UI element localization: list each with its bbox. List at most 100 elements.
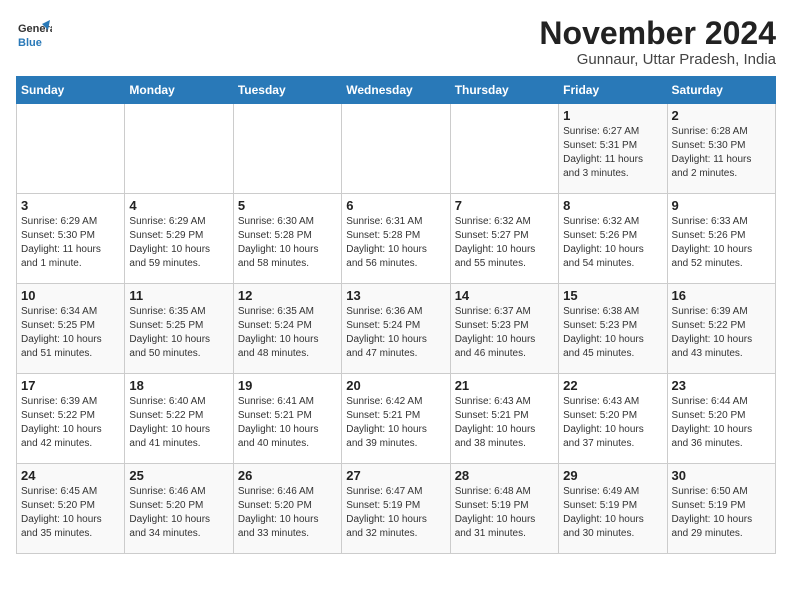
header-cell-friday: Friday xyxy=(559,77,667,104)
day-number: 30 xyxy=(672,468,771,483)
day-cell: 30 Sunrise: 6:50 AM Sunset: 5:19 PM Dayli… xyxy=(667,464,775,554)
day-cell: 24 Sunrise: 6:45 AM Sunset: 5:20 PM Dayli… xyxy=(17,464,125,554)
location-subtitle: Gunnaur, Uttar Pradesh, India xyxy=(539,51,776,68)
day-cell: 10 Sunrise: 6:34 AM Sunset: 5:25 PM Dayli… xyxy=(17,284,125,374)
day-number: 14 xyxy=(455,288,554,303)
day-cell: 17 Sunrise: 6:39 AM Sunset: 5:22 PM Dayli… xyxy=(17,374,125,464)
day-number: 4 xyxy=(129,198,228,213)
week-row-1: 1 Sunrise: 6:27 AM Sunset: 5:31 PM Daylig… xyxy=(17,104,776,194)
day-info: Sunrise: 6:29 AM Sunset: 5:30 PM Dayligh… xyxy=(21,215,120,271)
day-number: 25 xyxy=(129,468,228,483)
header-cell-thursday: Thursday xyxy=(450,77,558,104)
day-info: Sunrise: 6:39 AM Sunset: 5:22 PM Dayligh… xyxy=(672,305,771,361)
day-number: 3 xyxy=(21,198,120,213)
day-number: 21 xyxy=(455,378,554,393)
day-number: 18 xyxy=(129,378,228,393)
day-number: 24 xyxy=(21,468,120,483)
day-cell: 15 Sunrise: 6:38 AM Sunset: 5:23 PM Dayli… xyxy=(559,284,667,374)
day-cell xyxy=(17,104,125,194)
week-row-2: 3 Sunrise: 6:29 AM Sunset: 5:30 PM Daylig… xyxy=(17,194,776,284)
week-row-5: 24 Sunrise: 6:45 AM Sunset: 5:20 PM Dayli… xyxy=(17,464,776,554)
day-info: Sunrise: 6:43 AM Sunset: 5:21 PM Dayligh… xyxy=(455,395,554,451)
day-number: 6 xyxy=(346,198,445,213)
day-cell: 2 Sunrise: 6:28 AM Sunset: 5:30 PM Daylig… xyxy=(667,104,775,194)
day-info: Sunrise: 6:38 AM Sunset: 5:23 PM Dayligh… xyxy=(563,305,662,361)
day-info: Sunrise: 6:32 AM Sunset: 5:27 PM Dayligh… xyxy=(455,215,554,271)
day-info: Sunrise: 6:45 AM Sunset: 5:20 PM Dayligh… xyxy=(21,485,120,541)
day-cell: 14 Sunrise: 6:37 AM Sunset: 5:23 PM Dayli… xyxy=(450,284,558,374)
week-row-3: 10 Sunrise: 6:34 AM Sunset: 5:25 PM Dayli… xyxy=(17,284,776,374)
calendar-table: SundayMondayTuesdayWednesdayThursdayFrid… xyxy=(16,76,776,554)
day-cell: 3 Sunrise: 6:29 AM Sunset: 5:30 PM Daylig… xyxy=(17,194,125,284)
day-number: 19 xyxy=(238,378,337,393)
day-cell: 19 Sunrise: 6:41 AM Sunset: 5:21 PM Dayli… xyxy=(233,374,341,464)
header-cell-sunday: Sunday xyxy=(17,77,125,104)
day-info: Sunrise: 6:34 AM Sunset: 5:25 PM Dayligh… xyxy=(21,305,120,361)
day-info: Sunrise: 6:37 AM Sunset: 5:23 PM Dayligh… xyxy=(455,305,554,361)
day-info: Sunrise: 6:49 AM Sunset: 5:19 PM Dayligh… xyxy=(563,485,662,541)
day-number: 9 xyxy=(672,198,771,213)
day-cell: 13Sunrise: 6:36 AM Sunset: 5:24 PM Dayli… xyxy=(342,284,450,374)
day-info: Sunrise: 6:44 AM Sunset: 5:20 PM Dayligh… xyxy=(672,395,771,451)
day-number: 8 xyxy=(563,198,662,213)
day-cell: 18 Sunrise: 6:40 AM Sunset: 5:22 PM Dayli… xyxy=(125,374,233,464)
day-cell: 21 Sunrise: 6:43 AM Sunset: 5:21 PM Dayli… xyxy=(450,374,558,464)
day-info: Sunrise: 6:32 AM Sunset: 5:26 PM Dayligh… xyxy=(563,215,662,271)
day-info: Sunrise: 6:46 AM Sunset: 5:20 PM Dayligh… xyxy=(129,485,228,541)
day-cell xyxy=(233,104,341,194)
day-info: Sunrise: 6:28 AM Sunset: 5:30 PM Dayligh… xyxy=(672,125,771,181)
day-info: Sunrise: 6:43 AM Sunset: 5:20 PM Dayligh… xyxy=(563,395,662,451)
day-info: Sunrise: 6:39 AM Sunset: 5:22 PM Dayligh… xyxy=(21,395,120,451)
day-number: 7 xyxy=(455,198,554,213)
day-number: 23 xyxy=(672,378,771,393)
day-number: 12 xyxy=(238,288,337,303)
day-number: 1 xyxy=(563,108,662,123)
day-cell: 9 Sunrise: 6:33 AM Sunset: 5:26 PM Daylig… xyxy=(667,194,775,284)
day-cell: 8 Sunrise: 6:32 AM Sunset: 5:26 PM Daylig… xyxy=(559,194,667,284)
day-cell xyxy=(125,104,233,194)
day-cell: 7 Sunrise: 6:32 AM Sunset: 5:27 PM Daylig… xyxy=(450,194,558,284)
day-cell: 20Sunrise: 6:42 AM Sunset: 5:21 PM Dayli… xyxy=(342,374,450,464)
day-cell xyxy=(342,104,450,194)
day-info: Sunrise: 6:31 AM Sunset: 5:28 PM Dayligh… xyxy=(346,215,445,271)
day-number: 2 xyxy=(672,108,771,123)
day-cell: 29 Sunrise: 6:49 AM Sunset: 5:19 PM Dayli… xyxy=(559,464,667,554)
day-cell: 28 Sunrise: 6:48 AM Sunset: 5:19 PM Dayli… xyxy=(450,464,558,554)
day-number: 10 xyxy=(21,288,120,303)
day-number: 29 xyxy=(563,468,662,483)
day-info: Sunrise: 6:40 AM Sunset: 5:22 PM Dayligh… xyxy=(129,395,228,451)
header-cell-saturday: Saturday xyxy=(667,77,775,104)
header-cell-monday: Monday xyxy=(125,77,233,104)
day-info: Sunrise: 6:50 AM Sunset: 5:19 PM Dayligh… xyxy=(672,485,771,541)
day-info: Sunrise: 6:35 AM Sunset: 5:24 PM Dayligh… xyxy=(238,305,337,361)
day-number: 28 xyxy=(455,468,554,483)
day-number: 17 xyxy=(21,378,120,393)
day-info: Sunrise: 6:46 AM Sunset: 5:20 PM Dayligh… xyxy=(238,485,337,541)
day-info: Sunrise: 6:48 AM Sunset: 5:19 PM Dayligh… xyxy=(455,485,554,541)
day-number: 22 xyxy=(563,378,662,393)
header-cell-wednesday: Wednesday xyxy=(342,77,450,104)
day-number: 15 xyxy=(563,288,662,303)
day-number: 16 xyxy=(672,288,771,303)
day-info: Sunrise: 6:27 AM Sunset: 5:31 PM Dayligh… xyxy=(563,125,662,181)
day-number: 11 xyxy=(129,288,228,303)
day-info: Sunrise: 6:41 AM Sunset: 5:21 PM Dayligh… xyxy=(238,395,337,451)
header-row: SundayMondayTuesdayWednesdayThursdayFrid… xyxy=(17,77,776,104)
logo-icon: General Blue xyxy=(16,16,52,52)
day-cell xyxy=(450,104,558,194)
day-number: 5 xyxy=(238,198,337,213)
day-cell: 12 Sunrise: 6:35 AM Sunset: 5:24 PM Dayli… xyxy=(233,284,341,374)
day-cell: 6 Sunrise: 6:31 AM Sunset: 5:28 PM Daylig… xyxy=(342,194,450,284)
day-cell: 26 Sunrise: 6:46 AM Sunset: 5:20 PM Dayli… xyxy=(233,464,341,554)
day-cell: 1 Sunrise: 6:27 AM Sunset: 5:31 PM Daylig… xyxy=(559,104,667,194)
day-number: 26 xyxy=(238,468,337,483)
day-info: Sunrise: 6:35 AM Sunset: 5:25 PM Dayligh… xyxy=(129,305,228,361)
header-cell-tuesday: Tuesday xyxy=(233,77,341,104)
day-info: Sunrise: 6:33 AM Sunset: 5:26 PM Dayligh… xyxy=(672,215,771,271)
day-cell: 25 Sunrise: 6:46 AM Sunset: 5:20 PM Dayli… xyxy=(125,464,233,554)
day-info: Sunrise: 6:29 AM Sunset: 5:29 PM Dayligh… xyxy=(129,215,228,271)
day-cell: 27Sunrise: 6:47 AM Sunset: 5:19 PM Dayli… xyxy=(342,464,450,554)
day-number: 13 xyxy=(346,288,445,303)
logo: General Blue xyxy=(16,16,52,52)
title-area: November 2024 Gunnaur, Uttar Pradesh, In… xyxy=(539,16,776,68)
